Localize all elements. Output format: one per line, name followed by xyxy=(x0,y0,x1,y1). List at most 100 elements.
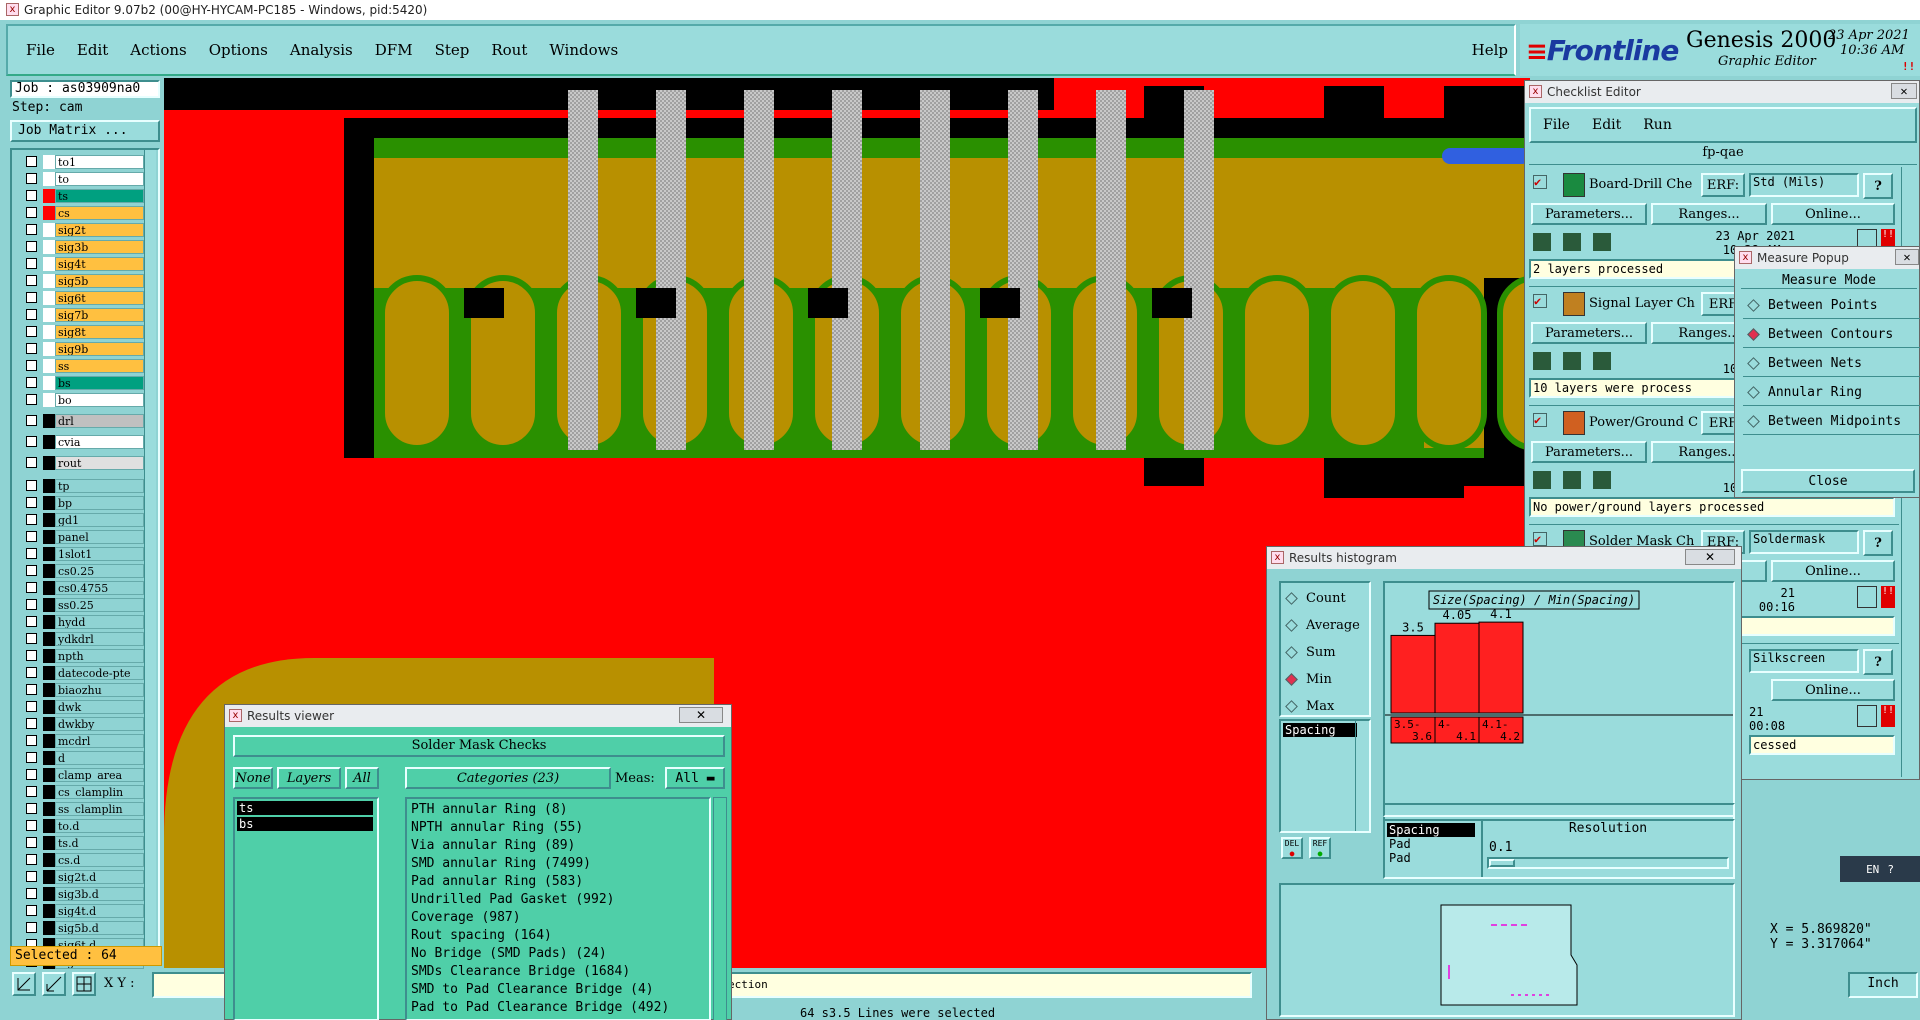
layer-row-sig5b.d[interactable]: sig5b.d xyxy=(26,920,144,935)
run-selected-icon[interactable] xyxy=(1560,469,1583,491)
parameters-button[interactable]: Parameters... xyxy=(1531,203,1647,225)
layer-row-ts.d[interactable]: ts.d xyxy=(26,835,144,850)
layer-row-to1[interactable]: to1 xyxy=(26,154,144,169)
measure-close-button[interactable]: Close xyxy=(1741,469,1915,493)
layer-checkbox[interactable] xyxy=(26,582,37,593)
layer-checkbox[interactable] xyxy=(26,599,37,610)
measure-close-x-button[interactable]: ✕ xyxy=(1895,249,1919,265)
layer-checkbox[interactable] xyxy=(26,497,37,508)
layer-row-rout[interactable]: rout xyxy=(26,455,144,470)
layer-row-1slot1[interactable]: 1slot1 xyxy=(26,546,144,561)
run-all-icon[interactable] xyxy=(1590,469,1613,491)
layer-row-gd1[interactable]: gd1 xyxy=(26,512,144,527)
layer-checkbox[interactable] xyxy=(26,786,37,797)
layer-row-sig4t.d[interactable]: sig4t.d xyxy=(26,903,144,918)
layer-checkbox[interactable] xyxy=(26,803,37,814)
category-item[interactable]: NPTH annular Ring (55) xyxy=(411,819,705,837)
layer-checkbox[interactable] xyxy=(26,905,37,916)
checklist-menu-file[interactable]: File xyxy=(1543,117,1570,133)
layer-row-cs.d[interactable]: cs.d xyxy=(26,852,144,867)
histogram-option-max[interactable]: Max xyxy=(1281,693,1369,720)
layer-row-to.d[interactable]: to.d xyxy=(26,818,144,833)
category-item[interactable]: Via annular Ring (89) xyxy=(411,837,705,855)
histogram-option-sum[interactable]: Sum xyxy=(1281,639,1369,666)
layer-row-sig2t[interactable]: sig2t xyxy=(26,222,144,237)
result-layer-item[interactable]: bs xyxy=(237,817,373,831)
layer-checkbox[interactable] xyxy=(26,871,37,882)
layer-row-datecode-pte[interactable]: datecode-pte xyxy=(26,665,144,680)
layer-checkbox[interactable] xyxy=(26,752,37,763)
results-close-button[interactable]: ✕ xyxy=(679,707,723,723)
layer-checkbox[interactable] xyxy=(26,769,37,780)
layer-row-bs[interactable]: bs xyxy=(26,375,144,390)
layer-row-sig8t[interactable]: sig8t xyxy=(26,324,144,339)
layer-checkbox[interactable] xyxy=(26,820,37,831)
check-enable-checkbox[interactable]: ✔ xyxy=(1533,532,1547,546)
histogram-option-min[interactable]: Min xyxy=(1281,666,1369,693)
layer-row-ydkdrl[interactable]: ydkdrl xyxy=(26,631,144,646)
layer-row-npth[interactable]: npth xyxy=(26,648,144,663)
layer-row-biaozhu[interactable]: biaozhu xyxy=(26,682,144,697)
menu-windows[interactable]: Windows xyxy=(549,41,618,59)
category-item[interactable]: Pad annular Ring (583) xyxy=(411,873,705,891)
layer-checkbox[interactable] xyxy=(26,436,37,447)
menu-actions[interactable]: Actions xyxy=(130,41,186,59)
layer-row-drl[interactable]: drl xyxy=(26,413,144,428)
layer-row-sig7b[interactable]: sig7b xyxy=(26,307,144,322)
layer-row-clamp_area[interactable]: clamp_area xyxy=(26,767,144,782)
layer-row-sig2t.d[interactable]: sig2t.d xyxy=(26,869,144,884)
zoom-results-icon[interactable] xyxy=(1857,705,1877,727)
layer-checkbox[interactable] xyxy=(26,718,37,729)
layer-row-cs_clamplin[interactable]: cs_clamplin xyxy=(26,784,144,799)
layer-checkbox[interactable] xyxy=(26,684,37,695)
layer-checkbox[interactable] xyxy=(26,326,37,337)
layer-row-tp[interactable]: tp xyxy=(26,478,144,493)
menu-step[interactable]: Step xyxy=(435,41,470,59)
check-help-button[interactable]: ? xyxy=(1863,649,1893,675)
checklist-menu-edit[interactable]: Edit xyxy=(1592,117,1621,133)
layer-row-ss0.25[interactable]: ss0.25 xyxy=(26,597,144,612)
categories-scrollbar[interactable] xyxy=(713,797,727,1020)
measure-option-2[interactable]: Between Nets xyxy=(1743,351,1920,377)
category-item[interactable]: Undrilled Pad Gasket (992) xyxy=(411,891,705,909)
result-layer-item[interactable]: ts xyxy=(237,801,373,815)
resolution-slider[interactable] xyxy=(1487,857,1729,869)
layer-row-sig3b[interactable]: sig3b xyxy=(26,239,144,254)
field-pad-2[interactable]: Pad xyxy=(1387,851,1475,865)
layer-checkbox[interactable] xyxy=(26,854,37,865)
checklist-close-button[interactable]: ✕ xyxy=(1891,83,1917,99)
layer-row-cvia[interactable]: cvia xyxy=(26,434,144,449)
online-button[interactable]: Online... xyxy=(1771,203,1895,225)
online-button[interactable]: Online... xyxy=(1771,679,1895,701)
layer-row-ss[interactable]: ss xyxy=(26,358,144,373)
erf-value[interactable]: Std (Mils) xyxy=(1749,173,1859,197)
erf-button[interactable]: ERF: xyxy=(1701,173,1745,197)
ranges-button[interactable]: Ranges... xyxy=(1651,203,1767,225)
layer-list-scrollbar[interactable] xyxy=(144,150,156,950)
histogram-option-average[interactable]: Average xyxy=(1281,612,1369,639)
menu-analysis[interactable]: Analysis xyxy=(290,41,353,59)
measure-option-3[interactable]: Annular Ring xyxy=(1743,380,1920,406)
run-all-icon[interactable] xyxy=(1590,231,1613,253)
measure-tool-icon[interactable] xyxy=(42,972,66,996)
layer-checkbox[interactable] xyxy=(26,701,37,712)
measure-option-4[interactable]: Between Midpoints xyxy=(1743,409,1920,435)
layer-checkbox[interactable] xyxy=(26,650,37,661)
histogram-option-count[interactable]: Count xyxy=(1281,585,1369,612)
histogram-bar[interactable] xyxy=(1434,622,1480,714)
layer-checkbox[interactable] xyxy=(26,616,37,627)
layer-row-ts[interactable]: ts xyxy=(26,188,144,203)
erf-value[interactable]: Soldermask xyxy=(1749,530,1859,554)
check-enable-checkbox[interactable]: ✔ xyxy=(1533,175,1547,189)
layer-checkbox[interactable] xyxy=(26,275,37,286)
layer-checkbox[interactable] xyxy=(26,922,37,933)
layer-checkbox[interactable] xyxy=(26,224,37,235)
layer-row-bp[interactable]: bp xyxy=(26,495,144,510)
meas-selector[interactable]: All ▬ xyxy=(665,767,725,789)
layer-row-mcdrl[interactable]: mcdrl xyxy=(26,733,144,748)
category-item[interactable]: Coverage (987) xyxy=(411,909,705,927)
categories-button[interactable]: Categories (23) xyxy=(405,767,611,789)
layer-row-dwkby[interactable]: dwkby xyxy=(26,716,144,731)
menu-help[interactable]: Help xyxy=(1472,41,1508,59)
units-selector[interactable]: Inch xyxy=(1848,972,1918,998)
